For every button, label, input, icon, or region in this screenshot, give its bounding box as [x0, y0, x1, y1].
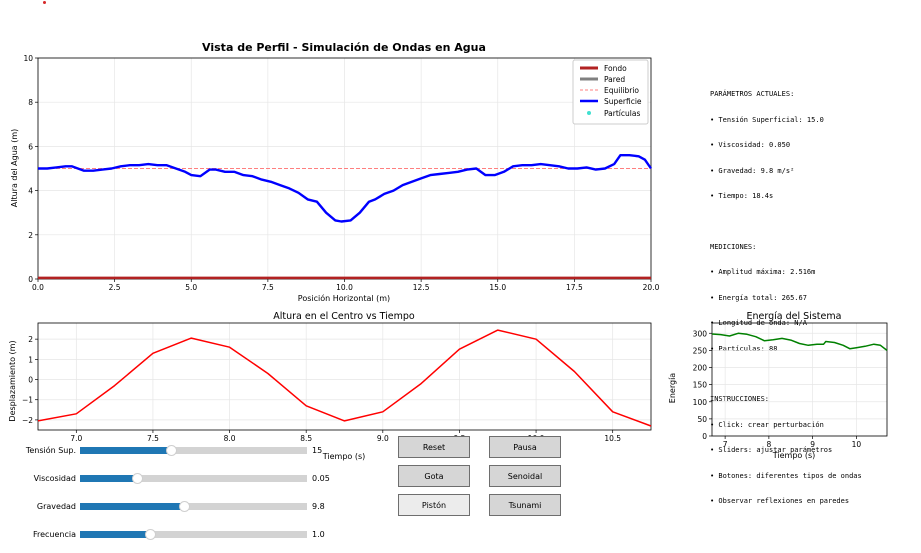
instr-botones: • Botones: diferentes tipos de ondas [710, 471, 862, 480]
profile-axes: 0.0 2.5 5.0 7.5 10.0 12.5 15.0 17.5 20.0 0 2 4 6 8 10 [23, 54, 659, 292]
tsunami-button[interactable]: Tsunami [489, 494, 561, 516]
piston-button[interactable]: Pistón [398, 494, 470, 516]
center-series [37, 329, 652, 427]
x-tick-label: 10 [852, 440, 862, 449]
x-tick-label: 5.0 [185, 283, 197, 292]
slider-value-tension: 15 [312, 446, 323, 455]
param-viscosidad: • Viscosidad: 0.050 [710, 141, 791, 149]
profile-chart[interactable]: Vista de Perfil - Simulación de Ondas en… [0, 38, 680, 306]
slider-label-frecuencia: Frecuencia [32, 530, 76, 539]
y-tick-label: 6 [28, 142, 33, 151]
x-tick-label: 10.5 [604, 434, 621, 443]
legend-superficie: Superficie [604, 97, 642, 106]
y-tick-label: 2 [28, 231, 33, 240]
y-tick-label: 50 [697, 415, 707, 424]
slider-frecuencia-fill [80, 531, 151, 538]
slider-label-gravedad: Gravedad [36, 502, 76, 511]
x-tick-label: 20.0 [643, 283, 660, 292]
pausa-button[interactable]: Pausa [489, 436, 561, 458]
sliders-panel: Tensión Sup. 15 Viscosidad 0.05 Gravedad… [0, 440, 360, 553]
y-tick-label: 2 [28, 335, 33, 344]
profile-xlabel: Posición Horizontal (m) [298, 293, 390, 303]
slider-gravedad[interactable] [80, 501, 307, 512]
slider-viscosidad[interactable] [80, 473, 307, 484]
slider-value-gravedad: 9.8 [312, 502, 325, 511]
x-tick-label: 8 [766, 440, 771, 449]
params-header: PARÁMETROS ACTUALES: [710, 90, 795, 98]
x-tick-label: 10.0 [336, 283, 353, 292]
slider-frecuencia-handle[interactable] [145, 529, 157, 540]
profile-legend: Fondo Pared Equilibrio Superficie Partíc… [572, 59, 649, 125]
center-grid [38, 323, 651, 430]
x-tick-label: 12.5 [413, 283, 430, 292]
slider-gravedad-handle[interactable] [179, 501, 191, 512]
y-tick-label: 0 [28, 275, 33, 284]
legend-fondo: Fondo [604, 64, 627, 73]
slider-frecuencia[interactable] [80, 529, 307, 540]
slider-tension[interactable] [80, 445, 307, 456]
senoidal-button[interactable]: Senoidal [489, 465, 561, 487]
x-tick-label: 7 [723, 440, 728, 449]
slider-label-tension: Tensión Sup. [25, 446, 76, 455]
x-tick-label: 2.5 [109, 283, 121, 292]
x-tick-label: 7.5 [262, 283, 274, 292]
energy-series [711, 332, 888, 351]
slider-viscosidad-handle[interactable] [131, 473, 143, 484]
y-tick-label: 1 [28, 355, 33, 364]
meas-amplitud: • Amplitud máxima: 2.516m [710, 268, 816, 276]
meas-header: MEDICIONES: [710, 242, 757, 251]
energy-chart-title: Energía del Sistema [747, 311, 842, 322]
y-tick-label: 300 [693, 329, 708, 338]
y-tick-label: 100 [693, 398, 708, 407]
center-ylabel: Desplazamiento (m) [8, 340, 17, 421]
slider-tension-handle[interactable] [165, 445, 177, 456]
slider-tension-fill [80, 447, 171, 454]
slider-value-viscosidad: 0.05 [312, 474, 330, 483]
energy-xlabel: Tiempo (s) [772, 451, 816, 460]
y-tick-label: −2 [22, 416, 33, 425]
y-tick-label: 0 [702, 432, 707, 441]
series-line [711, 332, 888, 351]
legend-pared: Pared [604, 75, 625, 84]
gota-button[interactable]: Gota [398, 465, 470, 487]
y-tick-label: 150 [693, 381, 708, 390]
legend-particulas: Partículas [604, 109, 640, 118]
slider-viscosidad-fill [80, 475, 137, 482]
slider-label-viscosidad: Viscosidad [33, 474, 76, 483]
x-tick-label: 9.0 [377, 434, 389, 443]
y-tick-label: −1 [22, 396, 33, 405]
slider-gravedad-fill [80, 503, 185, 510]
slider-value-frecuencia: 1.0 [312, 530, 325, 539]
profile-chart-title: Vista de Perfil - Simulación de Ondas en… [202, 41, 486, 54]
x-tick-label: 17.5 [566, 283, 583, 292]
y-tick-label: 0 [28, 376, 33, 385]
legend-equilibrio: Equilibrio [604, 86, 639, 95]
y-tick-label: 200 [693, 364, 708, 373]
energy-grid [712, 323, 887, 437]
y-tick-label: 4 [28, 187, 33, 196]
center-chart-title: Altura en el Centro vs Tiempo [273, 311, 415, 322]
param-gravedad: • Gravedad: 9.8 m/s² [710, 166, 795, 175]
series-line [37, 329, 652, 427]
energy-chart: Energía del Sistema 7 8 9 10050100150200250… [668, 311, 888, 460]
reset-button[interactable]: Reset [398, 436, 470, 458]
energy-axes: 7 8 9 10050100150200250300 [693, 322, 888, 449]
param-tiempo: • Tiempo: 18.4s [710, 192, 774, 200]
y-tick-label: 8 [28, 98, 33, 107]
y-tick-label: 250 [693, 346, 708, 355]
energy-ylabel: Energía [668, 373, 677, 403]
x-tick-label: 15.0 [489, 283, 506, 292]
x-tick-label: 0.0 [32, 283, 44, 292]
param-tension: • Tensión Superficial: 15.0 [710, 115, 824, 124]
window-indicator-dot [43, 1, 46, 4]
x-tick-label: 9 [810, 440, 815, 449]
meas-energia: • Energía total: 265.67 [710, 293, 807, 302]
profile-ylabel: Altura del Agua (m) [10, 129, 19, 208]
instr-reflexiones: • Observar reflexiones en paredes [710, 497, 850, 505]
center-axes: 7.07.58.08.59.09.510.010.5−2−1012 [22, 322, 652, 443]
y-tick-label: 10 [23, 54, 33, 63]
